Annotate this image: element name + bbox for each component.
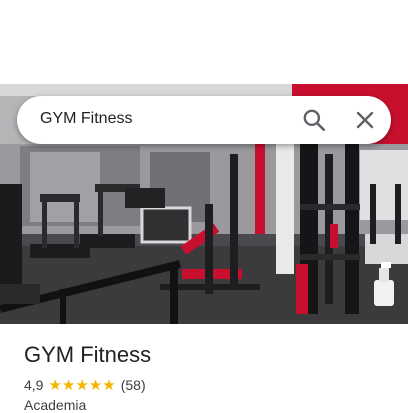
place-title: GYM Fitness — [24, 342, 152, 367]
clear-search-button[interactable] — [353, 108, 377, 132]
star-icon: ★ — [102, 376, 116, 394]
star-icon: ★ — [61, 376, 76, 394]
search-icon — [303, 109, 326, 132]
rating-row[interactable]: 4,9 ★ ★ ★ ★ ★ (58) — [24, 376, 146, 394]
place-category: Academia — [24, 397, 87, 413]
rating-value: 4,9 — [24, 377, 44, 393]
star-icon: ★ — [48, 376, 62, 394]
rating-stars: ★ ★ ★ ★ ★ — [48, 378, 115, 393]
search-button[interactable] — [301, 107, 327, 133]
close-icon — [356, 111, 374, 129]
top-blank-area — [0, 0, 408, 84]
search-input[interactable]: GYM Fitness — [40, 110, 132, 128]
search-bar[interactable]: GYM Fitness — [17, 96, 391, 144]
review-count[interactable]: (58) — [121, 377, 146, 393]
place-info-panel[interactable]: GYM Fitness 4,9 ★ ★ ★ ★ ★ (58) Academia — [0, 324, 408, 413]
star-icon: ★ — [88, 376, 103, 394]
star-icon: ★ — [75, 376, 89, 394]
